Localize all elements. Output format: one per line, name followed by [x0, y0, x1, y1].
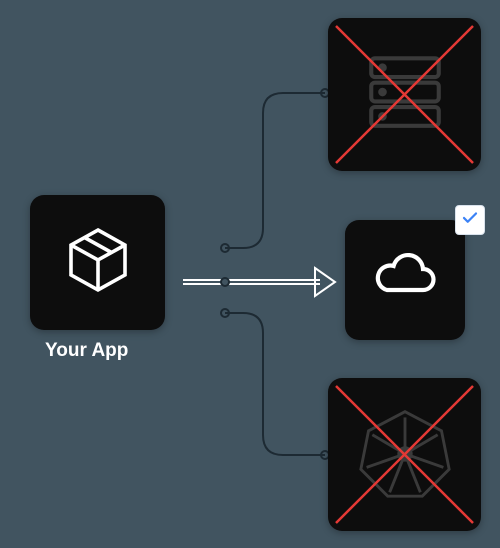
cloud-box [345, 220, 465, 340]
connector-paths [165, 18, 345, 528]
cross-out-icon [328, 378, 481, 531]
cloud-icon [369, 242, 441, 319]
your-app-box [30, 195, 165, 330]
checkmark-icon [461, 209, 479, 232]
package-icon [62, 224, 134, 301]
kubernetes-box [328, 378, 481, 531]
selected-checkmark-badge [455, 205, 485, 235]
server-box [328, 18, 481, 171]
cross-out-icon [328, 18, 481, 171]
your-app-label: Your App [45, 340, 128, 362]
